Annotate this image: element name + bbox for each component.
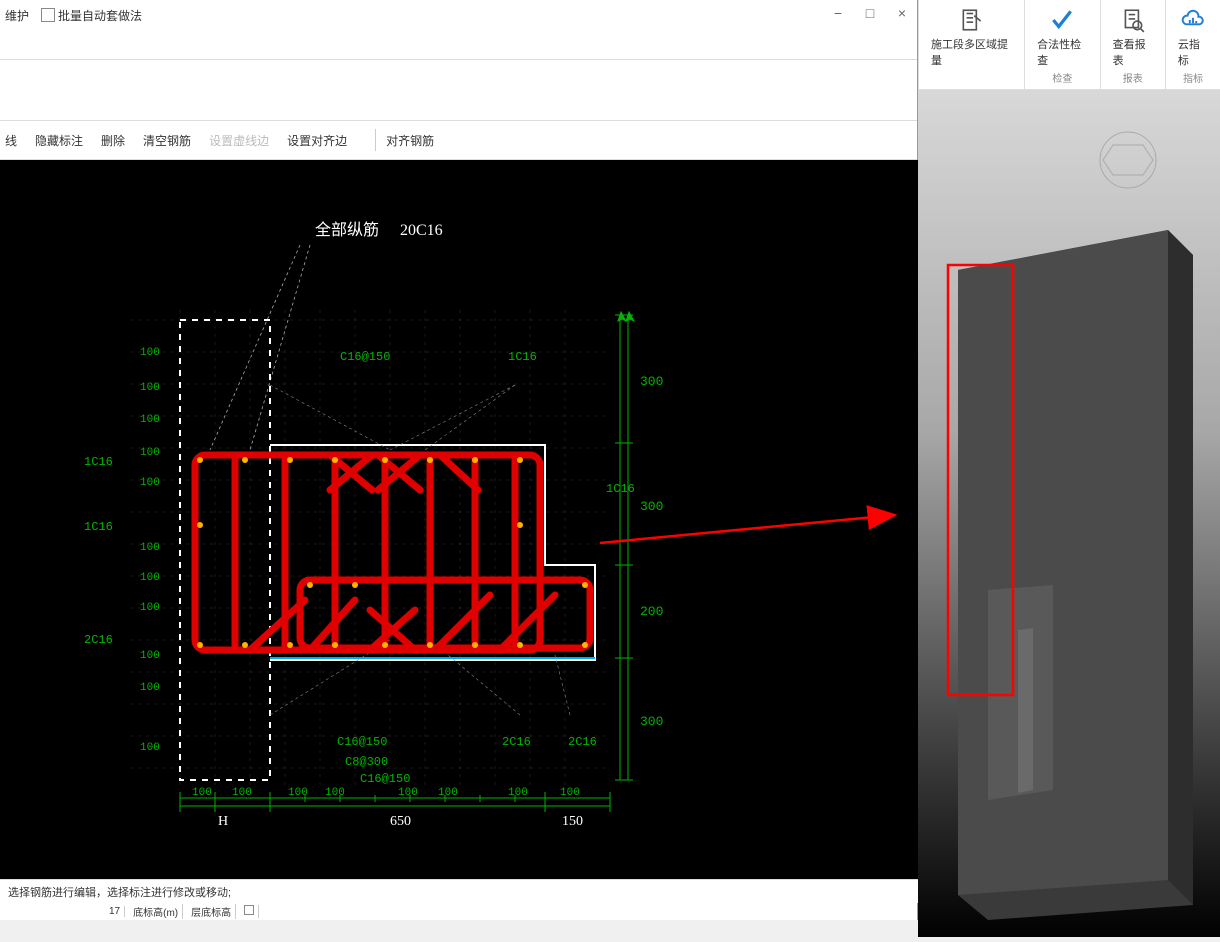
svg-text:2C16: 2C16: [502, 735, 531, 749]
svg-text:100: 100: [140, 542, 160, 554]
svg-text:100: 100: [140, 650, 160, 662]
svg-text:150: 150: [562, 814, 583, 829]
maintain-button[interactable]: 维护: [5, 7, 29, 24]
svg-text:C16@150: C16@150: [340, 350, 390, 364]
ribbon: 施工段多区域提量 合法性检查 检查 查看报表: [918, 0, 1220, 90]
svg-text:1C16: 1C16: [606, 482, 635, 496]
checkbox[interactable]: [244, 905, 254, 915]
svg-text:100: 100: [140, 742, 160, 754]
svg-text:100: 100: [288, 787, 308, 799]
3d-viewport[interactable]: [918, 90, 1220, 937]
svg-text:100: 100: [508, 787, 528, 799]
svg-text:1C16: 1C16: [84, 520, 113, 534]
svg-text:2C16: 2C16: [84, 633, 113, 647]
toolbar-divider: [375, 129, 376, 151]
svg-text:1C16: 1C16: [508, 350, 537, 364]
svg-text:C16@150: C16@150: [337, 735, 387, 749]
batch-auto-button[interactable]: 批量自动套做法: [41, 7, 142, 24]
svg-text:100: 100: [140, 382, 160, 394]
close-button[interactable]: ×: [892, 5, 912, 21]
title-label: 全部纵筋: [315, 221, 379, 239]
svg-text:100: 100: [140, 447, 160, 459]
svg-text:2C16: 2C16: [568, 735, 597, 749]
svg-text:C8@300: C8@300: [345, 755, 388, 769]
secondary-toolbar: 线 隐藏标注 删除 清空钢筋 设置虚线边 设置对齐边 对齐钢筋: [0, 120, 917, 160]
set-dashed-tool: 设置虚线边: [209, 132, 269, 149]
svg-text:100: 100: [140, 347, 160, 359]
view-report-button[interactable]: 查看报表: [1109, 4, 1157, 70]
svg-text:100: 100: [140, 682, 160, 694]
report-icon: [1119, 6, 1147, 34]
building-icon: [958, 6, 986, 34]
svg-text:100: 100: [398, 787, 418, 799]
svg-text:100: 100: [140, 602, 160, 614]
svg-text:100: 100: [140, 414, 160, 426]
editor-window: 维护 批量自动套做法 − □ × 线 隐藏标注 删除 清空钢筋 设置虚线边 设置…: [0, 0, 918, 920]
hide-annotation-tool[interactable]: 隐藏标注: [35, 132, 83, 149]
svg-text:H: H: [218, 814, 228, 829]
bottom-row: 17 底标高(m) 层底标高: [105, 903, 259, 920]
svg-text:300: 300: [640, 714, 663, 729]
line-tool[interactable]: 线: [5, 132, 17, 149]
svg-text:100: 100: [438, 787, 458, 799]
svg-text:C16@150: C16@150: [360, 772, 410, 786]
minimize-button[interactable]: −: [828, 5, 848, 21]
clear-rebar-tool[interactable]: 清空钢筋: [143, 132, 191, 149]
validity-check-button[interactable]: 合法性检查: [1033, 4, 1092, 70]
set-align-tool[interactable]: 设置对齐边: [287, 132, 347, 149]
right-panel: 施工段多区域提量 合法性检查 检查 查看报表: [918, 0, 1220, 937]
svg-text:100: 100: [192, 787, 212, 799]
status-bar: 选择钢筋进行编辑，选择标注进行修改或移动;: [0, 879, 918, 903]
cloud-chart-icon: [1179, 6, 1207, 34]
svg-text:100: 100: [140, 572, 160, 584]
multi-region-button[interactable]: 施工段多区域提量: [927, 4, 1016, 70]
svg-text:1C16: 1C16: [84, 455, 113, 469]
title-value: 20C16: [400, 222, 443, 239]
svg-text:300: 300: [640, 374, 663, 389]
svg-text:200: 200: [640, 604, 663, 619]
align-rebar-tool[interactable]: 对齐钢筋: [386, 132, 434, 149]
window-controls: − □ ×: [828, 5, 912, 21]
cad-canvas[interactable]: 全部纵筋 20C16: [0, 160, 918, 885]
svg-text:100: 100: [232, 787, 252, 799]
delete-tool[interactable]: 删除: [101, 132, 125, 149]
check-icon: [1048, 6, 1076, 34]
batch-icon: [41, 8, 55, 22]
maximize-button[interactable]: □: [860, 5, 880, 21]
svg-text:100: 100: [325, 787, 345, 799]
svg-text:100: 100: [560, 787, 580, 799]
cloud-indicator-button[interactable]: 云指标: [1174, 4, 1212, 70]
svg-text:300: 300: [640, 499, 663, 514]
svg-text:650: 650: [390, 814, 411, 829]
svg-text:100: 100: [140, 477, 160, 489]
top-bar: 维护 批量自动套做法 − □ ×: [0, 0, 917, 60]
